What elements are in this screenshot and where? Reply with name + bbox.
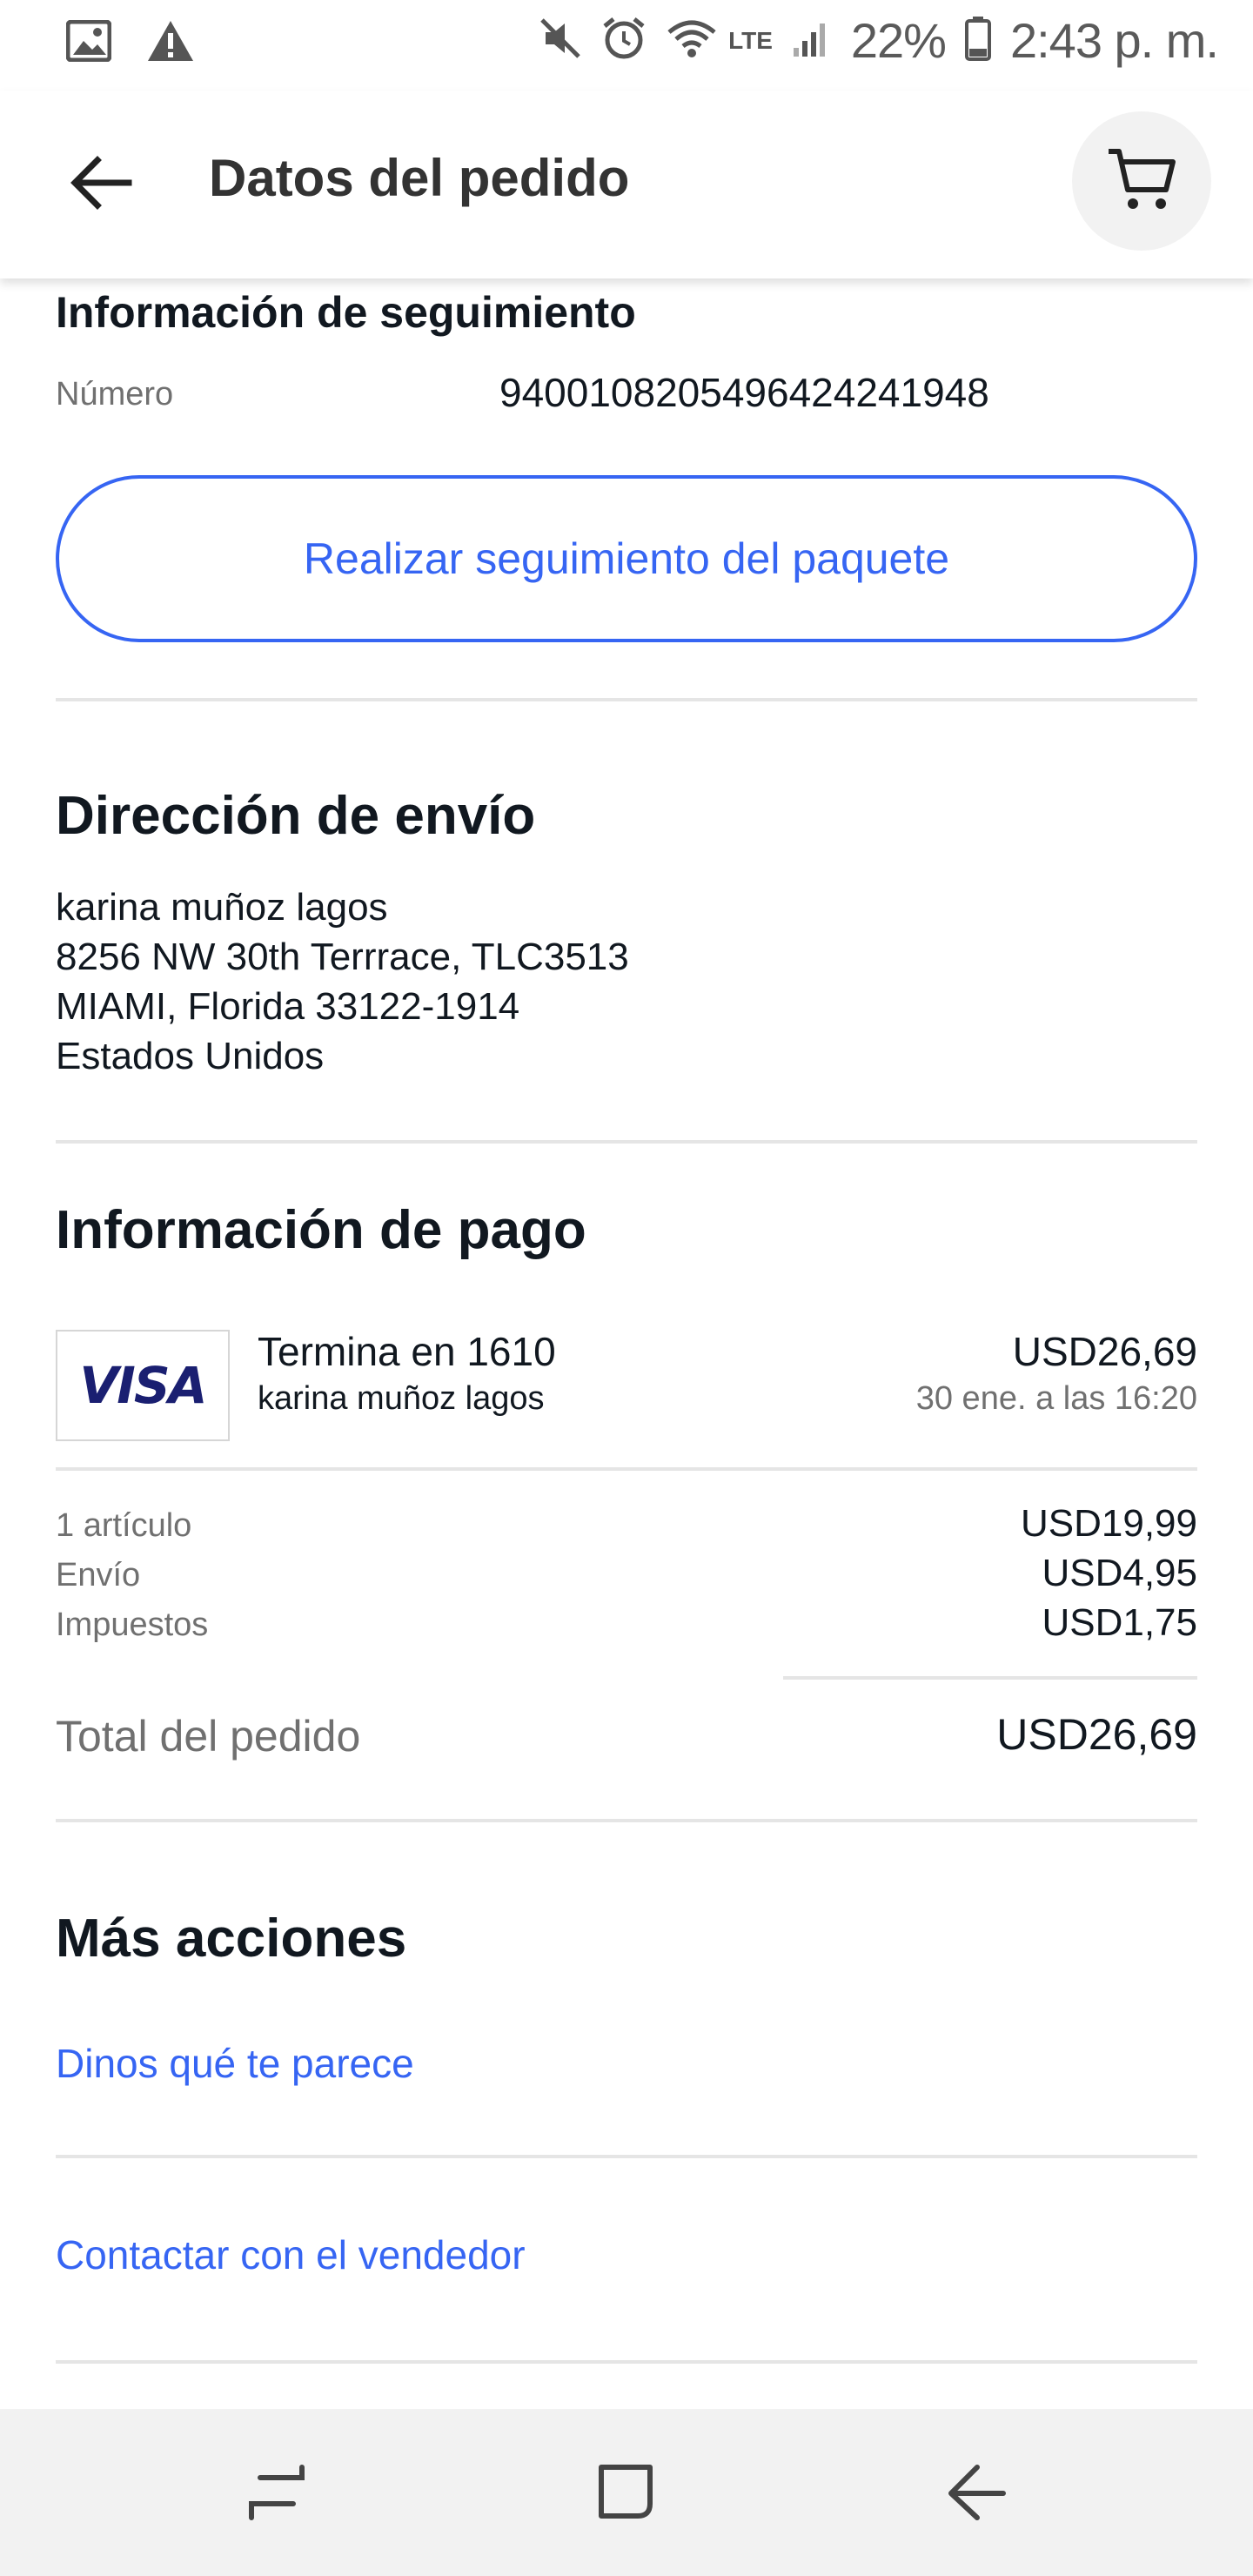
payment-date: 30 ene. a las 16:20 <box>915 1380 1197 1417</box>
back-button[interactable] <box>59 143 143 226</box>
tracking-number-label: Número <box>56 376 174 413</box>
payment-amount: USD26,69 <box>1012 1329 1197 1374</box>
divider <box>56 1819 1197 1822</box>
clock: 2:43 p. m. <box>1009 13 1219 68</box>
order-details-content[interactable]: Información de seguimiento Número 940010… <box>0 278 1253 2409</box>
warning-icon <box>146 19 195 67</box>
line-item-label: Envío <box>56 1557 141 1593</box>
address-line: 8256 NW 30th Terrrace, TLC3513 <box>56 936 629 978</box>
cart-icon <box>1105 144 1178 218</box>
arrow-left-icon <box>70 155 132 215</box>
tracking-number-value: 9400108205496424241948 <box>499 370 989 415</box>
address-line: karina muñoz lagos <box>56 886 388 929</box>
line-item-value: USD1,75 <box>1042 1601 1197 1644</box>
tracking-heading: Información de seguimiento <box>56 288 636 337</box>
status-bar-left <box>65 19 195 67</box>
line-item-value: USD19,99 <box>1020 1502 1197 1545</box>
payment-heading: Información de pago <box>56 1200 586 1260</box>
card-holder: karina muñoz lagos <box>258 1380 545 1417</box>
line-item-label: 1 artículo <box>56 1507 192 1544</box>
system-nav-bar <box>0 2409 1253 2576</box>
track-package-button[interactable]: Realizar seguimiento del paquete <box>56 475 1197 642</box>
card-ending: Termina en 1610 <box>258 1329 556 1374</box>
divider <box>56 1140 1197 1144</box>
recent-apps-icon <box>246 2460 307 2526</box>
recent-apps-button[interactable] <box>233 2449 320 2536</box>
mute-icon <box>539 17 582 64</box>
line-item-label: Impuestos <box>56 1607 209 1643</box>
cart-button[interactable] <box>1072 111 1211 251</box>
shipping-address: karina muñoz lagos 8256 NW 30th Terrrace… <box>56 882 629 1081</box>
alarm-icon <box>601 16 647 65</box>
divider <box>56 2360 1197 2364</box>
app-bar: Datos del pedido <box>0 91 1253 278</box>
status-bar-right: LTE 22% 2:43 p. m. <box>539 12 1219 69</box>
shipping-heading: Dirección de envío <box>56 786 536 846</box>
visa-logo-text: VISA <box>79 1356 207 1415</box>
line-item-value: USD4,95 <box>1042 1552 1197 1594</box>
total-value: USD26,69 <box>996 1710 1197 1759</box>
system-back-button[interactable] <box>933 2449 1020 2536</box>
feedback-link[interactable]: Dinos qué te parece <box>56 2040 414 2087</box>
home-button[interactable] <box>583 2449 670 2536</box>
divider <box>56 2155 1197 2158</box>
subtotal-divider <box>783 1676 1197 1680</box>
total-label: Total del pedido <box>56 1712 361 1761</box>
visa-card-logo: VISA <box>56 1330 230 1441</box>
address-line: MIAMI, Florida 33122-1914 <box>56 985 520 1028</box>
signal-icon <box>792 18 832 63</box>
more-actions-heading: Más acciones <box>56 1909 407 1969</box>
divider <box>56 698 1197 701</box>
home-icon <box>596 2460 657 2526</box>
contact-seller-link[interactable]: Contactar con el vendedor <box>56 2231 526 2278</box>
image-icon <box>65 19 112 66</box>
battery-icon <box>964 16 991 65</box>
status-bar: LTE 22% 2:43 p. m. <box>0 0 1253 91</box>
address-line: Estados Unidos <box>56 1035 325 1077</box>
battery-percent: 22% <box>850 13 947 68</box>
divider <box>56 1467 1197 1471</box>
wifi-icon <box>666 17 718 64</box>
back-icon <box>946 2460 1007 2526</box>
lte-label: LTE <box>728 26 773 54</box>
page-title: Datos del pedido <box>209 149 630 207</box>
